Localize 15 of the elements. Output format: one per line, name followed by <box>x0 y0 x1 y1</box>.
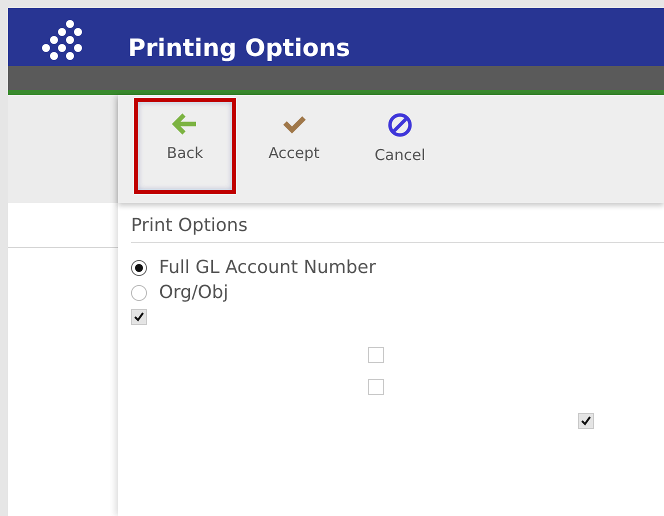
accept-button[interactable]: Accept <box>246 98 342 194</box>
radio-option[interactable]: Full GL Account Number <box>131 257 664 278</box>
cancel-icon <box>387 112 413 138</box>
checkbox[interactable] <box>131 309 147 325</box>
section-title: Print Options <box>131 215 664 243</box>
checkbox[interactable] <box>578 413 594 429</box>
back-button[interactable]: Back <box>134 98 236 194</box>
window-title: Printing Options <box>128 34 350 64</box>
checkbox[interactable] <box>368 347 384 363</box>
radio-button[interactable] <box>131 260 147 276</box>
checkbox[interactable] <box>368 379 384 395</box>
radio-option[interactable]: Org/Obj <box>131 282 664 303</box>
radio-button[interactable] <box>131 284 147 300</box>
arrow-left-icon <box>172 112 198 136</box>
cancel-button[interactable]: Cancel <box>352 98 448 194</box>
